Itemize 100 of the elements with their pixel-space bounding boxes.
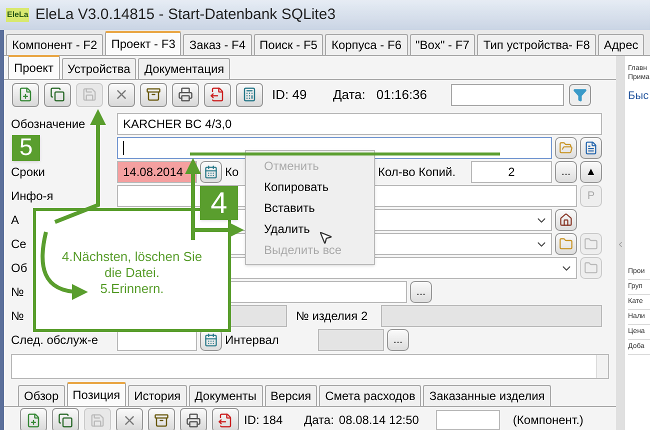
more-button[interactable]: ... bbox=[410, 281, 432, 303]
field-label: Се bbox=[11, 236, 26, 253]
tab[interactable]: Документы bbox=[188, 385, 263, 406]
copy-icon bbox=[58, 412, 73, 428]
input-field[interactable] bbox=[381, 305, 602, 327]
open-folder-button[interactable] bbox=[555, 137, 577, 159]
folder-icon bbox=[559, 141, 573, 155]
field-label: Интервал bbox=[225, 332, 279, 349]
field-label: Инфо-я bbox=[11, 188, 54, 205]
chevron-left-icon bbox=[616, 240, 625, 249]
tab[interactable]: Компонент - F2 bbox=[6, 34, 104, 55]
menu-item[interactable]: Вставить bbox=[246, 197, 374, 218]
save-icon bbox=[82, 87, 97, 102]
document-icon bbox=[584, 141, 598, 155]
calendar-icon bbox=[204, 333, 218, 347]
toggle-button[interactable]: ▲ bbox=[580, 161, 602, 183]
id-text: ID: 49 bbox=[272, 86, 308, 104]
document-button[interactable] bbox=[580, 137, 602, 159]
copy-icon bbox=[50, 87, 65, 102]
input-field[interactable]: 2 bbox=[471, 161, 552, 183]
toolbar-button[interactable] bbox=[52, 408, 79, 430]
tab[interactable]: Смета расходов bbox=[319, 385, 422, 406]
tab[interactable]: История bbox=[128, 385, 187, 406]
toolbar-button[interactable] bbox=[148, 408, 175, 430]
calendar-icon bbox=[204, 165, 218, 179]
field-label: След. обслуж-е bbox=[11, 332, 98, 349]
window-title: EleLa V3.0.14815 - Start-Datenbank SQLite3 bbox=[35, 4, 336, 25]
step-badge: 4 bbox=[200, 186, 238, 220]
printer-icon bbox=[178, 87, 193, 102]
menu-item[interactable]: Удалить bbox=[246, 218, 374, 239]
tab[interactable]: Устройства bbox=[62, 58, 136, 79]
tab[interactable]: Поиск - F5 bbox=[254, 34, 324, 55]
field-label: № изделия 2 bbox=[296, 308, 368, 325]
save-icon bbox=[90, 412, 105, 428]
date-field[interactable]: 14.08.2014 bbox=[117, 161, 197, 183]
house-icon bbox=[559, 213, 573, 227]
folder-icon bbox=[584, 261, 598, 275]
tab[interactable]: Проект - F3 bbox=[105, 31, 182, 55]
icon-button[interactable] bbox=[555, 209, 577, 231]
scrollbar[interactable] bbox=[596, 355, 608, 378]
toolbar-button[interactable] bbox=[20, 408, 47, 430]
calculator-icon bbox=[242, 87, 257, 102]
tab[interactable]: Заказ - F4 bbox=[183, 34, 252, 55]
new-document-icon bbox=[18, 87, 33, 102]
date-label: Дата: bbox=[333, 86, 366, 104]
date-text: 08.08.14 12:50 bbox=[338, 412, 420, 429]
toolbar-button[interactable] bbox=[108, 82, 135, 106]
archive-icon bbox=[146, 87, 161, 102]
folder-icon bbox=[559, 237, 573, 251]
callout-text: 4.Nächsten, löschen Sie die Datei. bbox=[60, 249, 204, 281]
field-label: А bbox=[11, 212, 20, 229]
export-icon bbox=[210, 87, 225, 102]
toolbar-button[interactable] bbox=[140, 82, 167, 106]
menu-item[interactable]: Копировать bbox=[246, 176, 374, 197]
new-document-icon bbox=[26, 412, 41, 428]
input-field[interactable]: KARCHER BC 4/3,0 bbox=[117, 113, 602, 135]
field-label: Кол-во Копий. bbox=[378, 164, 456, 181]
toolbar-button[interactable] bbox=[180, 408, 207, 430]
calendar-button[interactable] bbox=[200, 161, 222, 183]
printer-icon bbox=[186, 412, 201, 428]
filter-icon bbox=[573, 88, 588, 102]
tab[interactable]: "Box" - F7 bbox=[410, 34, 476, 55]
tab[interactable]: Тип устройства- F8 bbox=[477, 34, 596, 55]
filter-button[interactable] bbox=[569, 84, 592, 106]
field-label: № bbox=[11, 308, 24, 325]
delete-icon bbox=[114, 87, 129, 102]
tab[interactable]: Заказанные изделия bbox=[423, 385, 551, 406]
tab[interactable]: Обзор bbox=[18, 385, 65, 406]
tab[interactable]: Позиция bbox=[66, 382, 126, 406]
app-logo: EleLa bbox=[6, 8, 30, 22]
tab[interactable]: Корпуса - F6 bbox=[325, 34, 408, 55]
toolbar-button[interactable] bbox=[116, 408, 143, 430]
input-field[interactable] bbox=[436, 410, 500, 430]
tab[interactable]: Документация bbox=[138, 58, 230, 79]
input-field[interactable] bbox=[318, 329, 384, 351]
more-button[interactable]: ... bbox=[555, 161, 577, 183]
search-field[interactable] bbox=[451, 84, 564, 106]
field-label: № bbox=[11, 284, 24, 301]
tab[interactable]: Адрес bbox=[598, 34, 644, 55]
toolbar-button[interactable] bbox=[212, 408, 239, 430]
field-label: Ко bbox=[225, 164, 239, 181]
mouse-cursor-icon bbox=[318, 230, 333, 245]
date-label: Дата: bbox=[304, 412, 334, 429]
callout-text: 5.Erinnern. bbox=[100, 281, 164, 297]
panel-heading: Быс bbox=[628, 89, 650, 104]
toolbar-button[interactable] bbox=[12, 82, 39, 106]
notes-field[interactable] bbox=[11, 354, 609, 379]
archive-icon bbox=[154, 412, 169, 428]
step-badge: 5 bbox=[12, 135, 40, 161]
field-label: Обозначение bbox=[11, 116, 86, 133]
toolbar-button[interactable] bbox=[172, 82, 199, 106]
field-label: Сроки bbox=[11, 164, 45, 181]
more-button[interactable]: ... bbox=[387, 329, 409, 351]
component-text: (Компонент.) bbox=[512, 412, 584, 429]
tab[interactable]: Версия bbox=[264, 385, 318, 406]
tab[interactable]: Проект bbox=[8, 55, 60, 79]
toolbar-button[interactable] bbox=[236, 82, 263, 106]
toolbar-button[interactable] bbox=[204, 82, 231, 106]
export-icon bbox=[218, 412, 233, 428]
toolbar-button[interactable] bbox=[44, 82, 71, 106]
